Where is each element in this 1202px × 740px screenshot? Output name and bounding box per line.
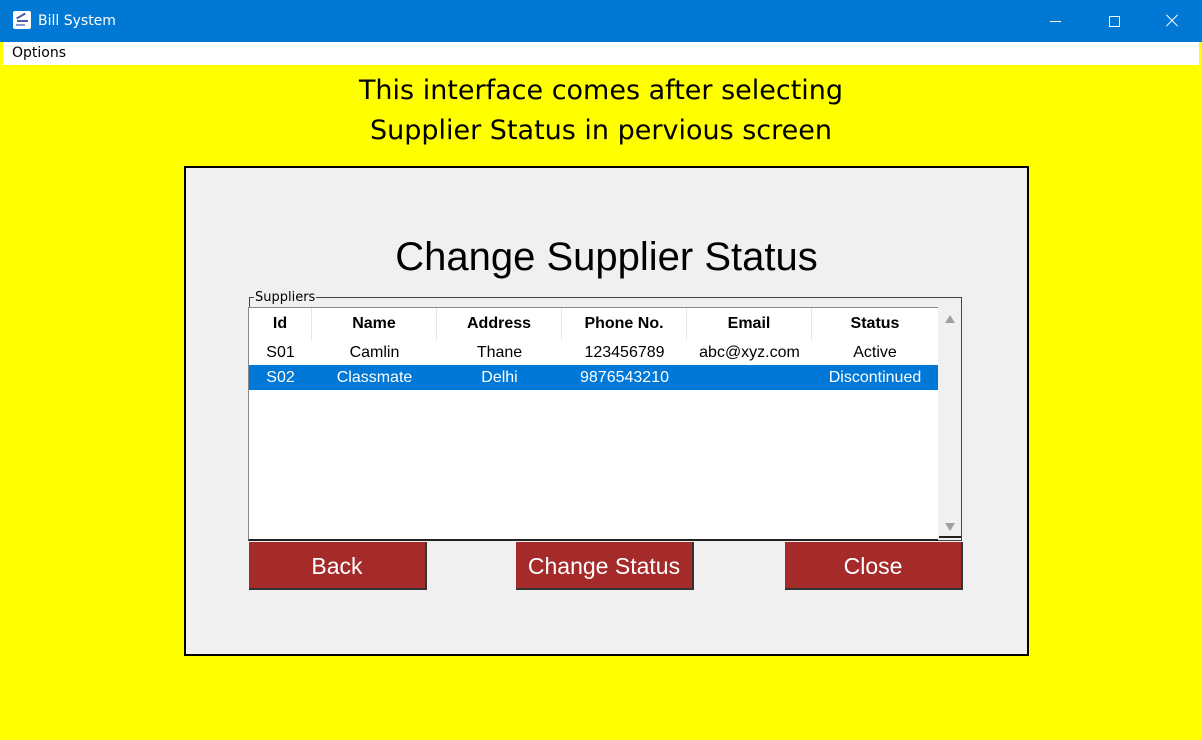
cell-name: Classmate: [336, 369, 413, 386]
maximize-button[interactable]: [1085, 0, 1143, 42]
cell-email: [687, 365, 812, 390]
suppliers-group: Suppliers Id Name Address Phone No. Emai…: [248, 291, 962, 541]
table-header: Id Name Address Phone No. Email Status: [249, 308, 938, 340]
cell-status: Discontinued: [828, 369, 922, 386]
table-scrollbar[interactable]: [939, 307, 961, 538]
table-row[interactable]: S01 Camlin Thane 123456789 abc@xyz.com A…: [249, 340, 938, 365]
cell-phone: 123456789: [584, 344, 665, 361]
cell-address: Delhi: [481, 369, 518, 386]
column-header-phone[interactable]: Phone No.: [562, 308, 687, 340]
close-button[interactable]: Close: [785, 542, 963, 590]
app-icon: [13, 11, 31, 29]
column-header-status[interactable]: Status: [812, 308, 938, 340]
scroll-down-icon[interactable]: [945, 523, 955, 531]
close-icon: [1166, 15, 1178, 27]
change-status-button[interactable]: Change Status: [516, 542, 694, 590]
main-panel: Change Supplier Status Suppliers Id Name…: [184, 166, 1029, 656]
cell-id: S01: [266, 344, 295, 361]
app-window: Bill System Options This interface comes…: [0, 0, 1202, 740]
minimize-button[interactable]: [1027, 0, 1085, 42]
minimize-icon: [1050, 21, 1061, 22]
menu-options[interactable]: Options: [12, 45, 66, 62]
cell-email: abc@xyz.com: [699, 344, 800, 361]
group-label: Suppliers: [254, 290, 317, 305]
suppliers-table[interactable]: Id Name Address Phone No. Email Status S…: [248, 307, 938, 541]
column-header-email[interactable]: Email: [687, 308, 812, 340]
back-button[interactable]: Back: [249, 542, 427, 590]
maximize-icon: [1109, 16, 1120, 27]
cell-status: Active: [853, 344, 897, 361]
cell-phone: 9876543210: [580, 369, 669, 386]
heading-line-1: This interface comes after selecting: [358, 75, 844, 106]
window-title: Bill System: [38, 13, 116, 29]
table-row-selected[interactable]: S02 Classmate Delhi 9876543210 Discontin…: [249, 365, 938, 390]
menu-bar: Options: [3, 42, 1199, 65]
panel-title: Change Supplier Status: [395, 235, 818, 279]
cell-name: Camlin: [349, 344, 400, 361]
scroll-up-icon[interactable]: [945, 315, 955, 323]
cell-address: Thane: [476, 344, 523, 361]
content-area: This interface comes after selecting Sup…: [3, 65, 1199, 740]
column-header-address[interactable]: Address: [437, 308, 562, 340]
column-header-id[interactable]: Id: [249, 308, 312, 340]
close-window-button[interactable]: [1144, 0, 1202, 42]
column-header-name[interactable]: Name: [312, 308, 437, 340]
title-bar[interactable]: Bill System: [0, 0, 1202, 42]
cell-id: S02: [266, 369, 295, 386]
heading-line-2: Supplier Status in pervious screen: [369, 115, 832, 146]
